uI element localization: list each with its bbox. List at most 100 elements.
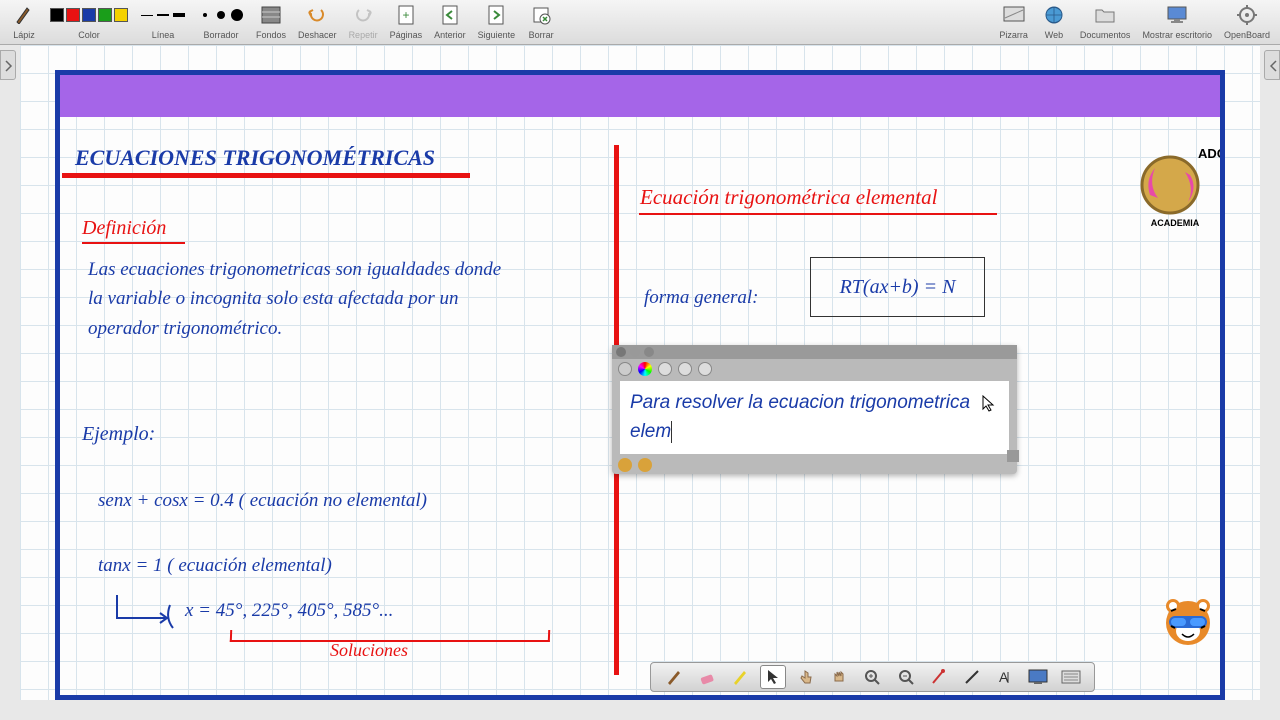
footer-tool-2-icon[interactable] [638,458,652,472]
clear-icon[interactable] [527,1,555,29]
tool-group-linea: Línea [140,2,186,40]
color-swatch-red[interactable] [66,8,80,22]
backgrounds-icon[interactable] [257,1,285,29]
color-swatch-blue[interactable] [82,8,96,22]
close-icon[interactable] [616,347,626,357]
tool-group-documentos: Documentos [1080,2,1131,40]
tool-group-escritorio: Mostrar escritorio [1142,2,1212,40]
dock-laser-icon[interactable] [926,665,952,689]
eraser-small-icon[interactable] [198,8,212,22]
linea-label: Línea [152,30,175,40]
svg-text:ADC: ADC [1198,146,1220,161]
title-underline [62,173,470,178]
svg-text:+: + [402,8,409,22]
dock-highlighter-icon[interactable] [727,665,753,689]
next-page-icon[interactable] [482,1,510,29]
general-form-box: RT(ax+b) = N [810,257,985,317]
tool-group-deshacer: Deshacer [298,2,337,40]
web-label: Web [1045,30,1063,40]
example-label: Ejemplo: [82,423,155,446]
board-icon[interactable] [1000,1,1028,29]
purple-header-bar [60,75,1220,117]
color-swatch-yellow[interactable] [114,8,128,22]
borrar-label: Borrar [529,30,554,40]
eraser-large-icon[interactable] [230,8,244,22]
paginas-label: Páginas [390,30,423,40]
dock-keyboard-icon[interactable] [1058,665,1084,689]
tool-group-web: Web [1040,2,1068,40]
arrow-annotation [115,593,195,638]
redo-icon[interactable] [349,1,377,29]
openboard-icon[interactable] [1233,1,1261,29]
dock-text-icon[interactable]: A [992,665,1018,689]
web-icon[interactable] [1040,1,1068,29]
right-panel-tab[interactable] [1264,50,1280,80]
dock-hand-grab-icon[interactable] [826,665,852,689]
duplicate-icon[interactable] [630,347,640,357]
tool-group-siguiente: Siguiente [478,2,516,40]
tool-group-lapiz: Lápiz [10,2,38,40]
text-editor-content: Para resolver la ecuacion trigonometrica… [630,392,970,442]
text-editor-input[interactable]: Para resolver la ecuacion trigonometrica… [620,381,1009,454]
tool-group-anterior: Anterior [434,2,466,40]
repetir-label: Repetir [349,30,378,40]
lapiz-label: Lápiz [13,30,35,40]
font-icon[interactable] [618,362,632,376]
mouse-cursor [982,395,996,416]
text-editor-toolbar [612,359,1017,379]
tiger-logo [1161,596,1215,650]
general-form-label: forma general: [644,287,759,309]
documentos-label: Documentos [1080,30,1131,40]
dock-zoom-out-icon[interactable] [893,665,919,689]
solutions-label: Soluciones [330,640,408,661]
menu-icon[interactable] [644,347,654,357]
tool-group-pizarra: Pizarra [999,2,1028,40]
right-section-title: Ecuación trigonométrica elemental [640,185,937,210]
escritorio-label: Mostrar escritorio [1142,30,1212,40]
definition-underline [82,242,185,244]
dock-line-icon[interactable] [959,665,985,689]
documents-icon[interactable] [1091,1,1119,29]
right-title-underline [639,213,997,215]
footer-tool-1-icon[interactable] [618,458,632,472]
prev-page-icon[interactable] [436,1,464,29]
undo-icon[interactable] [303,1,331,29]
pages-icon[interactable]: + [392,1,420,29]
line-thick-icon[interactable] [172,8,186,22]
text-editor-titlebar[interactable] [612,345,1017,359]
borrador-label: Borrador [203,30,238,40]
dock-eraser-icon[interactable] [694,665,720,689]
color-swatch-green[interactable] [98,8,112,22]
equation-1: senx + cosx = 0.4 ( ecuación no elementa… [98,490,427,512]
dock-zoom-in-icon[interactable] [859,665,885,689]
pizarra-label: Pizarra [999,30,1028,40]
line-thin-icon[interactable] [140,8,154,22]
line-med-icon[interactable] [156,8,170,22]
eraser-med-icon[interactable] [214,8,228,22]
dock-pen-icon[interactable] [661,665,687,689]
text-editor-popup[interactable]: Para resolver la ecuacion trigonometrica… [612,345,1017,474]
resize-handle[interactable] [1007,450,1019,462]
dock-capture-icon[interactable] [1025,665,1051,689]
fondos-label: Fondos [256,30,286,40]
text-editor-footer [612,456,1017,474]
color-label: Color [78,30,100,40]
size-down-icon[interactable] [658,362,672,376]
dock-pointer-icon[interactable] [760,665,786,689]
color-picker-icon[interactable] [638,362,652,376]
pen-tool-icon[interactable] [10,1,38,29]
anterior-label: Anterior [434,30,466,40]
whiteboard-canvas[interactable]: ECUACIONES TRIGONOMÉTRICAS Definición La… [20,45,1260,700]
adc-logo: ADC ACADEMIA [1130,140,1220,230]
align-icon[interactable] [698,362,712,376]
tool-group-openboard: OpenBoard [1224,2,1270,40]
tool-group-fondos: Fondos [256,2,286,40]
size-up-icon[interactable] [678,362,692,376]
desktop-icon[interactable] [1163,1,1191,29]
color-swatch-black[interactable] [50,8,64,22]
openboard-label: OpenBoard [1224,30,1270,40]
page-title: ECUACIONES TRIGONOMÉTRICAS [75,145,435,171]
tool-group-color: Color [50,2,128,40]
left-panel-tab[interactable] [0,50,16,80]
dock-hand-point-icon[interactable] [793,665,819,689]
